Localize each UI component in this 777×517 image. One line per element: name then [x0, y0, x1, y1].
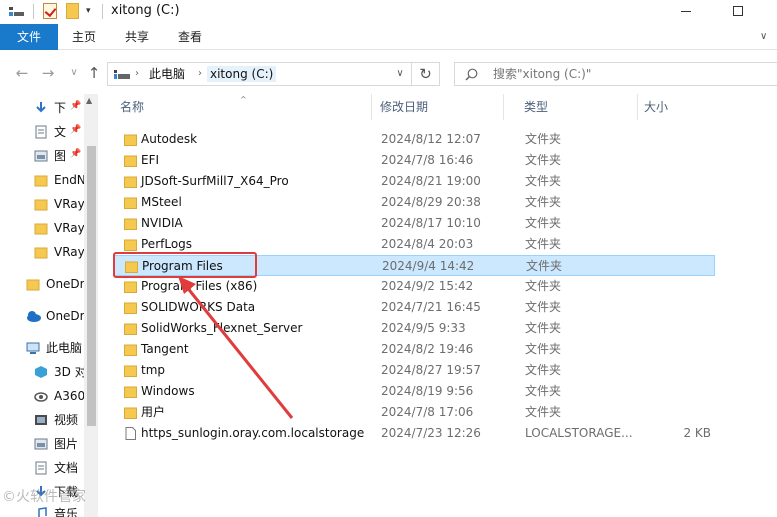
explorer-window: ▾ xitong (C:) 文件 主页 共享 查看 ∨ ← → ∨ ↑ › 此电… — [0, 0, 777, 517]
annotation-arrow — [178, 276, 294, 419]
watermark: ©火软件管家 — [2, 489, 86, 505]
